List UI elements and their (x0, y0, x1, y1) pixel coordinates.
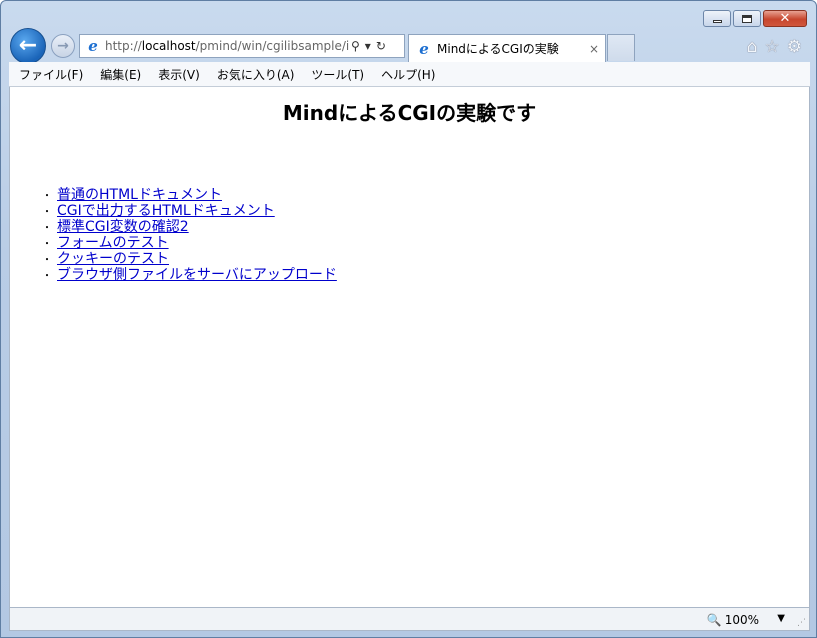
dropdown-icon[interactable]: ▾ (365, 39, 371, 53)
list-item: ・標準CGI変数の確認2 (42, 219, 337, 235)
link-cookie-test[interactable]: クッキーのテスト (57, 251, 169, 267)
menu-bar: ファイル(F) 編集(E) 表示(V) お気に入り(A) ツール(T) ヘルプ(… (9, 62, 810, 87)
tab-title: MindによるCGIの実験 (437, 42, 559, 56)
list-item: ・クッキーのテスト (42, 251, 337, 267)
minimize-icon (712, 19, 722, 23)
close-icon: ✕ (779, 11, 791, 26)
address-url[interactable]: http://localhost/pmind/win/cgilibsample/… (105, 39, 349, 53)
tab-close-icon[interactable]: × (589, 42, 599, 56)
caption-buttons: ✕ (703, 10, 807, 27)
minimize-button[interactable] (703, 10, 731, 27)
gear-icon[interactable]: ⚙ (787, 37, 802, 57)
list-item: ・ブラウザ側ファイルをサーバにアップロード (42, 267, 337, 283)
page-title: MindによるCGIの実験です (282, 101, 537, 125)
home-icon[interactable]: ⌂ (747, 37, 758, 57)
maximize-button[interactable] (733, 10, 761, 27)
tab-active[interactable]: e MindによるCGIの実験 × (408, 34, 606, 62)
menu-view[interactable]: 表示(V) (158, 66, 200, 83)
menu-tools[interactable]: ツール(T) (311, 66, 364, 83)
refresh-icon[interactable]: ↻ (376, 39, 386, 53)
page-content: MindによるCGIの実験です ・普通のHTMLドキュメント ・ CGIで出力する… (9, 87, 810, 607)
link-form-test[interactable]: フォームのテスト (57, 235, 169, 251)
link-cgi-html[interactable]: CGIで出力するHTMLドキュメント (57, 203, 275, 219)
menu-favorites[interactable]: お気に入り(A) (217, 66, 295, 83)
toolbar-icons: ⌂ ☆ ⚙ (747, 37, 802, 57)
forward-button[interactable]: → (51, 34, 75, 58)
ie-logo-icon: e (419, 39, 429, 58)
list-item: ・フォームのテスト (42, 235, 337, 251)
link-plain-html[interactable]: 普通のHTMLドキュメント (57, 187, 222, 203)
new-tab-button[interactable] (607, 34, 635, 61)
zoom-control[interactable]: 🔍 100% (707, 613, 759, 627)
menu-file[interactable]: ファイル(F) (19, 66, 83, 83)
menu-edit[interactable]: 編集(E) (100, 66, 141, 83)
browser-window: ✕ ← → e http://localhost/pmind/win/cgili… (0, 0, 817, 638)
ie-logo-icon: e (88, 37, 98, 55)
search-icon[interactable]: ⚲ (351, 39, 360, 53)
back-button[interactable]: ← (10, 28, 46, 64)
link-cgi-variables[interactable]: 標準CGI変数の確認2 (57, 219, 189, 235)
link-list: ・普通のHTMLドキュメント ・ CGIで出力するHTMLドキュメント ・標準CG… (42, 187, 337, 283)
maximize-icon (742, 14, 752, 23)
status-bar: 🔍 100% ▼ ⋰ (9, 607, 810, 631)
address-bar[interactable]: e http://localhost/pmind/win/cgilibsampl… (79, 34, 405, 58)
resize-grip-icon[interactable]: ⋰ (797, 618, 806, 628)
list-item: ・ CGIで出力するHTMLドキュメント (42, 203, 337, 219)
close-button[interactable]: ✕ (763, 10, 807, 27)
link-file-upload[interactable]: ブラウザ側ファイルをサーバにアップロード (57, 267, 337, 283)
favorites-star-icon[interactable]: ☆ (765, 37, 780, 57)
menu-help[interactable]: ヘルプ(H) (381, 66, 435, 83)
zoom-dropdown-icon[interactable]: ▼ (777, 613, 785, 624)
zoom-icon: 🔍 (706, 613, 722, 627)
bullet: ・ (42, 271, 52, 282)
forward-arrow-icon: → (57, 38, 69, 54)
list-item: ・普通のHTMLドキュメント (42, 187, 337, 203)
back-arrow-icon: ← (18, 33, 38, 58)
address-tools: ⚲ ▾ ↻ (351, 39, 386, 53)
zoom-level: 100% (724, 613, 759, 627)
